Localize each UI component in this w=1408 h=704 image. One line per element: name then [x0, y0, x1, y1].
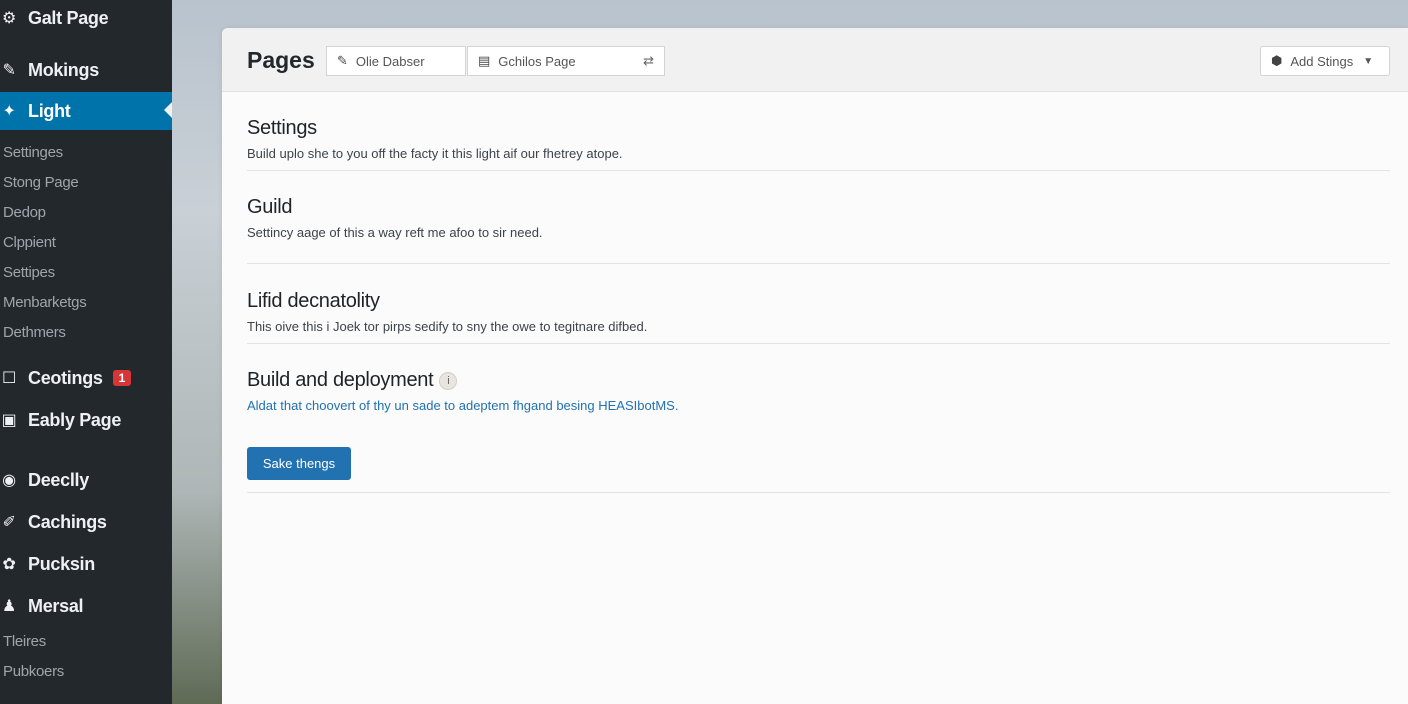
- section-title: Guild: [247, 196, 293, 218]
- page-title: Pages: [247, 47, 315, 73]
- sidebar-item-mokings[interactable]: ✎ Mokings: [0, 52, 172, 88]
- sidebar-item-galt-page[interactable]: ⚙ Galt Page: [0, 0, 172, 36]
- sidebar-subitem-settinges[interactable]: Settinges: [3, 144, 63, 161]
- circle-icon: ◉: [2, 472, 16, 489]
- settings-section: Settings Build uplo she to you off the f…: [247, 117, 1390, 171]
- pencil-icon: ✎: [337, 53, 348, 68]
- sidebar-item-label: Cachings: [28, 511, 107, 532]
- sidebar-item-label: Deeclly: [28, 469, 89, 490]
- section-description: Settincy aage of this a way reft me afoo…: [247, 225, 543, 240]
- swap-icon: ⇄: [643, 53, 654, 68]
- section-description: This oive this i Joek tor pirps sedify t…: [247, 319, 648, 334]
- sidebar-item-cachings[interactable]: ✐ Cachings: [0, 504, 172, 540]
- comment-icon: ☐: [1, 370, 17, 387]
- add-settings-label: Add Stings: [1290, 53, 1354, 69]
- edit-button[interactable]: ✎ Olie Dabser: [326, 46, 466, 76]
- admin-sidebar: ⚙ Galt Page ✎ Mokings ✦ Light Settinges …: [0, 0, 172, 704]
- sidebar-item-deeclly[interactable]: ◉ Deeclly: [0, 462, 172, 498]
- guild-section: Guild Settincy aage of this a way reft m…: [247, 196, 1390, 264]
- notification-badge: 1: [112, 370, 131, 386]
- section-description: Build uplo she to you off the facty it t…: [247, 146, 623, 161]
- page-header: Pages ✎ Olie Dabser ▤ Gchilos Page ⇄ ⬢ A…: [222, 28, 1408, 92]
- wrench-icon: ✐: [2, 514, 16, 531]
- sidebar-item-label: Mersal: [28, 595, 84, 616]
- save-changes-button[interactable]: Sake thengs: [247, 447, 351, 480]
- sidebar-subitem-menbarketgs[interactable]: Menbarketgs: [3, 294, 87, 311]
- section-title: Lifid decnatolity: [247, 290, 380, 312]
- main-panel: Pages ✎ Olie Dabser ▤ Gchilos Page ⇄ ⬢ A…: [222, 28, 1408, 704]
- sidebar-item-label: Galt Page: [28, 7, 109, 28]
- lifid-section: Lifid decnatolity This oive this i Joek …: [247, 290, 1390, 344]
- sidebar-subitem-dethmers[interactable]: Dethmers: [3, 324, 66, 341]
- page-select-label: Gchilos Page: [498, 53, 576, 69]
- sidebar-item-light[interactable]: ✦ Light: [0, 92, 172, 130]
- media-icon: ▣: [1, 412, 17, 429]
- sidebar-subitem-pubkoers[interactable]: Pubkoers: [3, 663, 64, 680]
- section-description-link[interactable]: Aldat that choovert of thy un sade to ad…: [247, 398, 1390, 413]
- sidebar-item-label: Eably Page: [28, 409, 122, 430]
- sidebar-subitem-stong-page[interactable]: Stong Page: [3, 174, 79, 191]
- sidebar-item-label: Ceotings: [28, 367, 103, 388]
- add-settings-button[interactable]: ⬢ Add Stings ▼: [1260, 46, 1390, 76]
- user-icon: ♟: [1, 598, 17, 615]
- sidebar-subitem-tleires[interactable]: Tleires: [3, 633, 46, 650]
- sidebar-subitem-settipes[interactable]: Settipes: [3, 264, 55, 281]
- sidebar-item-label: Light: [28, 100, 71, 121]
- page-icon: ▤: [478, 53, 491, 68]
- sidebar-item-mersal[interactable]: ♟ Mersal: [0, 588, 172, 624]
- sidebar-item-label: Pucksin: [28, 553, 95, 574]
- build-deployment-section: Build and deployment i Aldat that choover…: [247, 369, 1390, 493]
- plugin-icon: ✿: [2, 556, 16, 573]
- section-title-text: Build and deployment: [247, 369, 434, 391]
- brush-icon: ✦: [2, 103, 16, 120]
- pin-icon: ✎: [2, 62, 16, 79]
- section-title: Settings: [247, 117, 317, 139]
- sidebar-item-pucksin[interactable]: ✿ Pucksin: [0, 546, 172, 582]
- page-select-button[interactable]: ▤ Gchilos Page ⇄: [467, 46, 665, 76]
- sidebar-item-label: Mokings: [28, 59, 99, 80]
- sidebar-subitem-dedop[interactable]: Dedop: [3, 204, 46, 221]
- chevron-down-icon: ▼: [1363, 55, 1374, 67]
- sidebar-item-ceotings[interactable]: ☐ Ceotings 1: [0, 360, 172, 396]
- section-title: Build and deployment i: [247, 369, 1390, 392]
- info-icon[interactable]: i: [439, 372, 458, 390]
- lock-icon: ⬢: [1271, 53, 1283, 68]
- gear-icon: ⚙: [1, 10, 17, 27]
- edit-button-label: Olie Dabser: [355, 53, 425, 69]
- sidebar-item-eably-page[interactable]: ▣ Eably Page: [0, 402, 172, 438]
- sidebar-subitem-clppient[interactable]: Clppient: [3, 234, 56, 251]
